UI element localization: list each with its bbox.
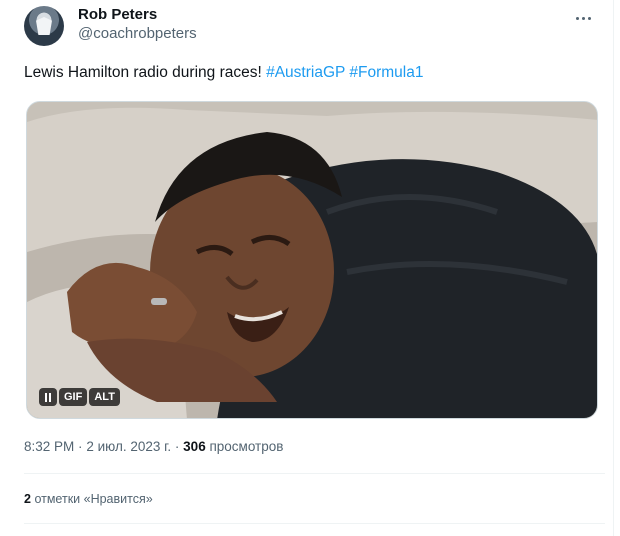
- tweet-card: Rob Peters @coachrobpeters Lewis Hamilto…: [0, 0, 614, 536]
- tweet-text: Lewis Hamilton radio during races! #Aust…: [24, 63, 423, 83]
- gif-frame-illustration: [27, 102, 597, 418]
- views-count: 306: [183, 439, 206, 454]
- views-label: просмотров: [209, 439, 284, 454]
- avatar[interactable]: [24, 6, 64, 46]
- tweet-text-body: Lewis Hamilton radio during races!: [24, 64, 262, 81]
- hashtag-link[interactable]: #Formula1: [349, 64, 423, 81]
- divider: [24, 523, 605, 524]
- hashtag-link[interactable]: #AustriaGP: [266, 64, 345, 81]
- pause-icon: [45, 392, 47, 402]
- gif-controls: GIF ALT: [39, 388, 120, 406]
- more-dots-icon: [575, 16, 579, 20]
- tweet-header: Rob Peters @coachrobpeters: [24, 4, 601, 48]
- author-names: Rob Peters @coachrobpeters: [78, 6, 197, 44]
- more-options-button[interactable]: [571, 6, 595, 30]
- likes-count: 2: [24, 492, 31, 506]
- likes-label: отметки «Нравится»: [34, 492, 153, 506]
- author-display-name[interactable]: Rob Peters: [78, 6, 197, 24]
- meta-separator: ·: [174, 439, 180, 454]
- alt-text-button[interactable]: ALT: [89, 388, 120, 406]
- tweet-meta: 8:32 PM · 2 июл. 2023 г. · 306 просмотро…: [24, 438, 283, 456]
- more-dots-icon: [581, 16, 585, 20]
- pause-button[interactable]: [39, 388, 57, 406]
- divider: [24, 473, 605, 474]
- author-handle[interactable]: @coachrobpeters: [78, 24, 197, 44]
- meta-separator: ·: [78, 439, 83, 454]
- more-dots-icon: [587, 16, 591, 20]
- gif-badge: GIF: [59, 388, 88, 406]
- gif-media[interactable]: GIF ALT: [26, 101, 598, 419]
- pause-icon: [49, 392, 51, 402]
- tweet-time[interactable]: 8:32 PM: [24, 439, 74, 454]
- tweet-date[interactable]: 2 июл. 2023 г.: [86, 439, 171, 454]
- likes-summary[interactable]: 2 отметки «Нравится»: [24, 490, 153, 508]
- avatar-logo-icon: [36, 17, 52, 35]
